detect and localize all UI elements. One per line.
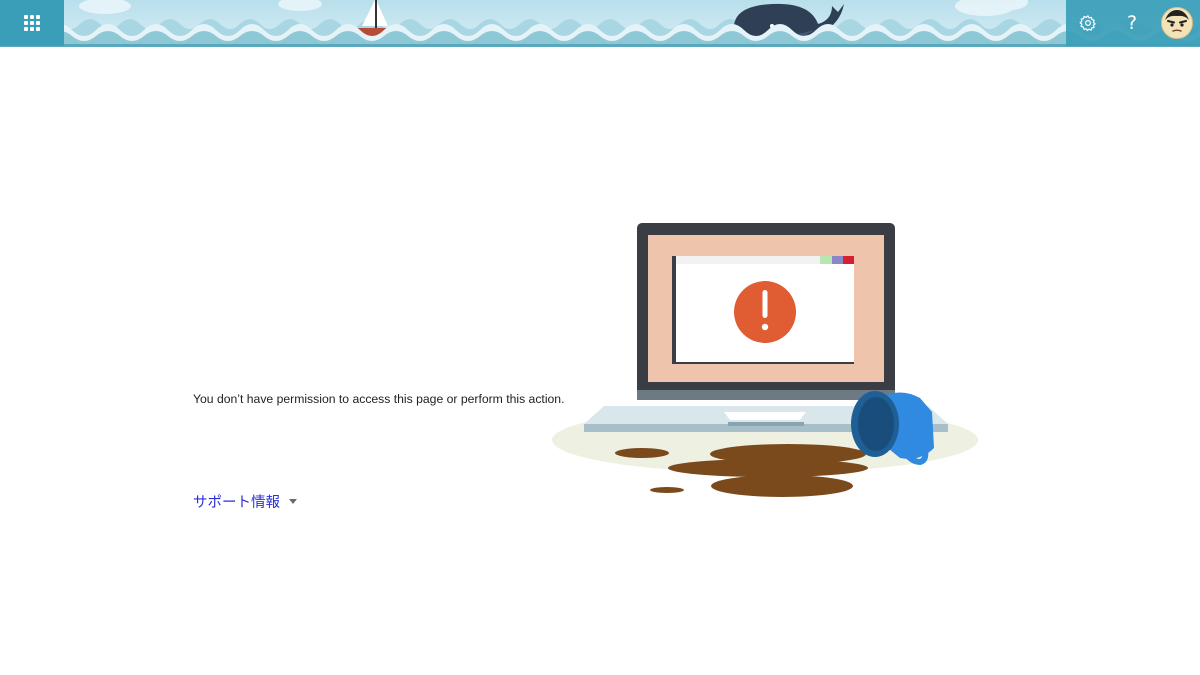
app-launcher-button[interactable]: [0, 0, 64, 46]
settings-button[interactable]: [1066, 0, 1110, 46]
spilled-mug: [851, 391, 934, 466]
permission-error-message: You don’t have permission to access this…: [193, 392, 565, 406]
header-banner-ocean: [0, 0, 1200, 47]
laptop-error-illustration: [552, 223, 978, 497]
caret-down-icon: [289, 499, 297, 504]
app-root: ? You don’t have permission to access th…: [0, 0, 1200, 675]
header-right-tools: ?: [1066, 0, 1200, 46]
header-bar: ?: [0, 0, 1200, 47]
support-info-label: サポート情報: [193, 495, 280, 511]
laptop-screen: [637, 223, 895, 400]
user-avatar-face-icon: [1161, 7, 1193, 39]
help-button[interactable]: ?: [1110, 0, 1154, 46]
gear-icon: [1079, 15, 1096, 32]
user-avatar-button[interactable]: [1154, 0, 1200, 46]
support-info-toggle[interactable]: サポート情報: [193, 491, 297, 512]
coffee-spill: [615, 444, 868, 497]
waffle-grid-icon: [24, 15, 40, 31]
question-mark-icon: ?: [1126, 11, 1138, 34]
